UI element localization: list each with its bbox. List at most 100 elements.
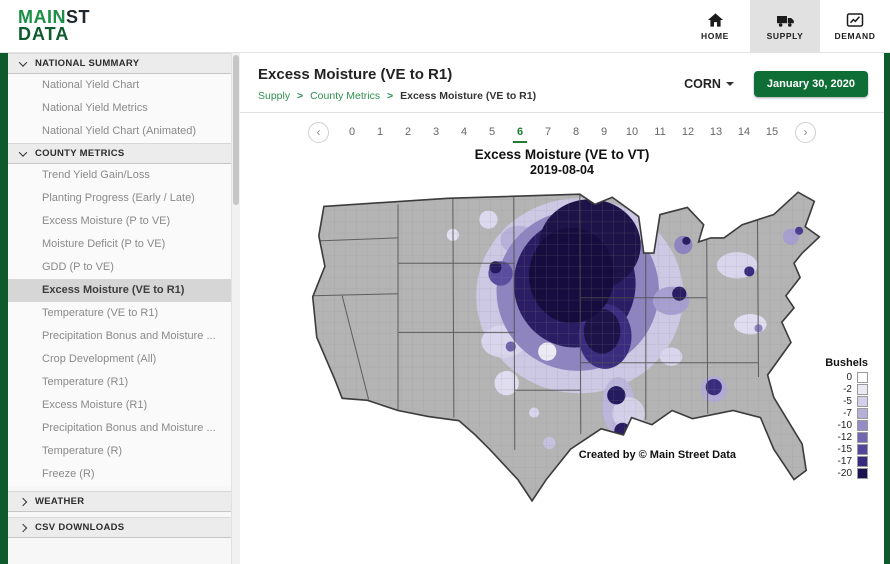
page-number-7[interactable]: 7 [534, 122, 562, 143]
crop-selector[interactable]: CORN [684, 77, 734, 91]
app-root: MAINST DATA HOME SUPPLY [0, 0, 890, 564]
national-summary-items: National Yield Chart National Yield Metr… [8, 74, 231, 143]
nav-supply-label: SUPPLY [767, 31, 804, 41]
nav-home[interactable]: HOME [680, 0, 750, 53]
sidebar-item-gdd-p-ve[interactable]: GDD (P to VE) [8, 256, 231, 279]
us-choropleth-map[interactable] [256, 179, 868, 509]
legend-value: 0 [826, 372, 852, 383]
sidebar-item-freeze-r[interactable]: Freeze (R) [8, 463, 231, 486]
legend-row: -10 [807, 419, 868, 431]
page-number-8[interactable]: 8 [562, 122, 590, 143]
legend-title: Bushels [807, 357, 868, 369]
legend-value: -20 [826, 468, 852, 479]
sidebar-item-national-yield-metrics[interactable]: National Yield Metrics [8, 97, 231, 120]
page-number-13[interactable]: 13 [702, 122, 730, 143]
home-icon [707, 12, 724, 28]
page-number-1[interactable]: 1 [366, 122, 394, 143]
crop-selector-value: CORN [684, 77, 721, 91]
legend-swatch [857, 444, 868, 455]
scrollbar-thumb[interactable] [233, 55, 239, 205]
page-number-0[interactable]: 0 [338, 122, 366, 143]
top-header: MAINST DATA HOME SUPPLY [0, 0, 890, 53]
nav-supply[interactable]: SUPPLY [750, 0, 820, 53]
sidebar-item-excess-moisture-ve-r1[interactable]: Excess Moisture (VE to R1) [8, 279, 231, 302]
sidebar-item-precip-bonus-1[interactable]: Precipitation Bonus and Moisture ... [8, 325, 231, 348]
page-number-4[interactable]: 4 [450, 122, 478, 143]
legend-row: -20 [807, 467, 868, 479]
sidebar-section-csv-downloads[interactable]: CSV DOWNLOADS [8, 517, 231, 538]
page-number-11[interactable]: 11 [646, 122, 674, 143]
legend-value: -17 [826, 456, 852, 467]
chevron-down-icon [19, 58, 27, 66]
chevron-down-icon [19, 148, 27, 156]
sidebar-item-temperature-r[interactable]: Temperature (R) [8, 440, 231, 463]
caret-down-icon [726, 82, 734, 86]
chevron-right-icon [19, 497, 27, 505]
breadcrumb: Supply > County Metrics > Excess Moistur… [258, 90, 536, 102]
map-area: Excess Moisture (VE to VT) 2019-08-04 [240, 147, 884, 509]
legend-value: -15 [826, 444, 852, 455]
legend-row: -17 [807, 455, 868, 467]
legend-value: -7 [826, 408, 852, 419]
brand-data: DATA [18, 24, 69, 44]
legend-swatch [857, 432, 868, 443]
legend-value: -2 [826, 384, 852, 395]
breadcrumb-current: Excess Moisture (VE to R1) [400, 90, 536, 102]
page-number-5[interactable]: 5 [478, 122, 506, 143]
legend-row: -7 [807, 407, 868, 419]
content-header: Excess Moisture (VE to R1) Supply > Coun… [240, 53, 884, 112]
sidebar-item-precip-bonus-2[interactable]: Precipitation Bonus and Moisture ... [8, 417, 231, 440]
county-metrics-items: Trend Yield Gain/Loss Planting Progress … [8, 164, 231, 486]
header-divider [240, 112, 884, 113]
sidebar-item-trend-yield[interactable]: Trend Yield Gain/Loss [8, 164, 231, 187]
map-title: Excess Moisture (VE to VT) [240, 147, 884, 162]
sidebar-section-county-metrics[interactable]: COUNTY METRICS [8, 143, 231, 164]
brand-logo[interactable]: MAINST DATA [18, 9, 90, 43]
sidebar-item-national-yield-chart[interactable]: National Yield Chart [8, 74, 231, 97]
page-number-14[interactable]: 14 [730, 122, 758, 143]
pagination-next-button[interactable]: › [795, 122, 816, 143]
page-number-12[interactable]: 12 [674, 122, 702, 143]
main-content: Excess Moisture (VE to R1) Supply > Coun… [240, 53, 884, 564]
legend-value: -12 [826, 432, 852, 443]
sidebar-scrollbar [232, 53, 240, 564]
sidebar-item-temperature-ve-r1[interactable]: Temperature (VE to R1) [8, 302, 231, 325]
breadcrumb-county-metrics[interactable]: County Metrics [310, 90, 380, 102]
section-label: NATIONAL SUMMARY [35, 58, 139, 69]
map-legend: Bushels 0 -2 -5 -7 -10 -12 -15 -17 -20 [807, 357, 868, 479]
sidebar-item-national-yield-chart-animated[interactable]: National Yield Chart (Animated) [8, 120, 231, 143]
date-button[interactable]: January 30, 2020 [754, 71, 868, 97]
sidebar-section-weather[interactable]: WEATHER [8, 491, 231, 512]
sidebar-item-planting-progress[interactable]: Planting Progress (Early / Late) [8, 187, 231, 210]
nav-demand-label: DEMAND [835, 31, 876, 41]
sidebar-item-excess-moisture-r1[interactable]: Excess Moisture (R1) [8, 394, 231, 417]
nav-demand[interactable]: DEMAND [820, 0, 890, 53]
sidebar-item-temperature-r1[interactable]: Temperature (R1) [8, 371, 231, 394]
breadcrumb-supply[interactable]: Supply [258, 90, 290, 102]
chart-icon [846, 12, 864, 28]
sidebar-item-moisture-deficit-p-ve[interactable]: Moisture Deficit (P to VE) [8, 233, 231, 256]
page-number-9[interactable]: 9 [590, 122, 618, 143]
pagination-prev-button[interactable]: ‹ [308, 122, 329, 143]
breadcrumb-separator: > [387, 90, 393, 102]
page-number-3[interactable]: 3 [422, 122, 450, 143]
map-credit: Created by © Main Street Data [579, 449, 736, 461]
section-label: CSV DOWNLOADS [35, 522, 124, 533]
page-number-2[interactable]: 2 [394, 122, 422, 143]
left-green-strip [0, 53, 8, 564]
legend-value: -5 [826, 396, 852, 407]
nav-home-label: HOME [701, 31, 729, 41]
legend-row: -5 [807, 395, 868, 407]
legend-swatch [857, 372, 868, 383]
sidebar-item-excess-moisture-p-ve[interactable]: Excess Moisture (P to VE) [8, 210, 231, 233]
legend-swatch [857, 384, 868, 395]
legend-swatch [857, 468, 868, 479]
page-number-15[interactable]: 15 [758, 122, 786, 143]
sidebar-section-national-summary[interactable]: NATIONAL SUMMARY [8, 53, 231, 74]
right-green-strip [884, 53, 890, 564]
section-label: WEATHER [35, 496, 84, 507]
sidebar-item-crop-development[interactable]: Crop Development (All) [8, 348, 231, 371]
page-number-10[interactable]: 10 [618, 122, 646, 143]
main-nav: HOME SUPPLY DEMAND [680, 0, 890, 53]
page-number-6-active[interactable]: 6 [506, 122, 534, 143]
